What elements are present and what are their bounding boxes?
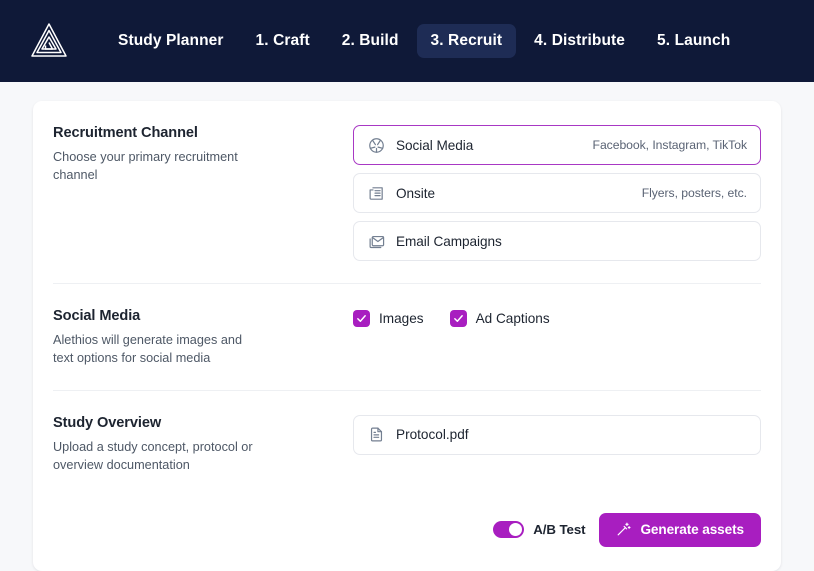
section-description: Choose your primary recruitment channel [53, 150, 238, 183]
aperture-icon [367, 136, 385, 154]
check-icon [453, 315, 463, 322]
ab-test-label: A/B Test [533, 522, 586, 538]
toggle-knob [509, 523, 523, 537]
option-onsite[interactable]: Onsite Flyers, posters, etc. [353, 173, 761, 213]
social-media-label: Social Media Alethios will generate imag… [53, 308, 353, 368]
section-description: Upload a study concept, protocol or over… [53, 439, 253, 473]
option-hint: Flyers, posters, etc. [641, 186, 747, 200]
option-label: Social Media [396, 137, 474, 153]
nav-item-recruit[interactable]: 3. Recruit [416, 24, 517, 58]
study-overview-label: Study Overview Upload a study concept, p… [53, 415, 353, 475]
main-nav: Study Planner 1. Craft 2. Build 3. Recru… [104, 24, 744, 58]
recruitment-channel-label: Recruitment Channel Choose your primary … [53, 125, 353, 185]
option-social-media[interactable]: Social Media Facebook, Instagram, TikTok [353, 125, 761, 165]
magic-wand-icon [616, 522, 631, 537]
file-name: Protocol.pdf [396, 427, 469, 443]
recruitment-card: Recruitment Channel Choose your primary … [33, 101, 781, 571]
option-hint: Facebook, Instagram, TikTok [592, 138, 748, 152]
asset-type-checkboxes: Images Ad Captions [353, 308, 761, 327]
nav-item-launch[interactable]: 5. Launch [643, 24, 744, 58]
checkbox-ad-captions[interactable] [449, 310, 467, 327]
checkbox-label: Images [379, 311, 424, 326]
mail-icon [367, 232, 385, 250]
generate-assets-button[interactable]: Generate assets [599, 512, 761, 547]
nav-item-build[interactable]: 2. Build [328, 24, 413, 58]
ab-test-toggle[interactable] [493, 521, 525, 539]
newspaper-icon [367, 184, 385, 202]
ab-test-toggle-wrap[interactable]: A/B Test [493, 521, 586, 539]
option-email-campaigns[interactable]: Email Campaigns [353, 221, 761, 261]
nav-item-study-planner[interactable]: Study Planner [104, 24, 238, 58]
section-description: Alethios will generate images and text o… [53, 333, 243, 366]
file-text-icon [367, 426, 385, 444]
study-overview-upload: Protocol.pdf [353, 414, 761, 455]
recruitment-channel-section: Recruitment Channel Choose your primary … [53, 101, 761, 284]
recruitment-channel-options: Social Media Facebook, Instagram, TikTok… [353, 125, 761, 261]
nav-item-craft[interactable]: 1. Craft [242, 24, 324, 58]
section-title: Recruitment Channel [53, 125, 198, 141]
alethios-logo[interactable] [26, 18, 72, 64]
social-media-section: Social Media Alethios will generate imag… [53, 284, 761, 391]
checkbox-item-images[interactable]: Images [353, 310, 424, 327]
section-title: Study Overview [53, 414, 162, 431]
uploaded-file-field[interactable]: Protocol.pdf [353, 414, 761, 455]
checkbox-item-ad-captions[interactable]: Ad Captions [449, 310, 550, 327]
social-media-options: Images Ad Captions [353, 308, 761, 327]
option-label: Email Campaigns [396, 233, 502, 249]
checkbox-label: Ad Captions [475, 311, 550, 326]
nav-item-distribute[interactable]: 4. Distribute [520, 24, 639, 58]
check-icon [357, 315, 366, 322]
section-title: Social Media [53, 308, 141, 324]
study-overview-section: Study Overview Upload a study concept, p… [53, 391, 761, 497]
checkbox-images[interactable] [353, 310, 370, 327]
option-label: Onsite [396, 185, 435, 201]
card-actions: A/B Test Generate assets [53, 497, 761, 571]
generate-assets-label: Generate assets [640, 522, 744, 538]
app-header: Study Planner 1. Craft 2. Build 3. Recru… [0, 0, 814, 82]
